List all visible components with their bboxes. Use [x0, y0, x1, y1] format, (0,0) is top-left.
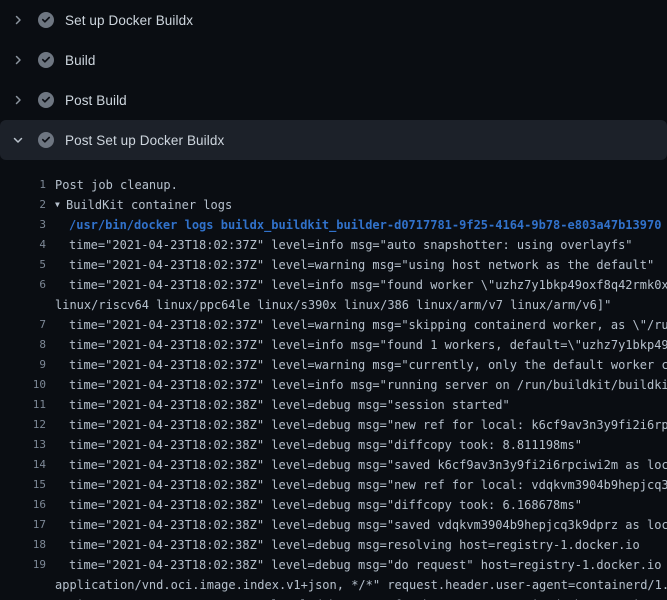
- step-header[interactable]: Post Set up Docker Buildx: [0, 120, 667, 160]
- log-text: time="2021-04-23T18:02:38Z" level=debug …: [46, 395, 510, 415]
- log-line: 6 time="2021-04-23T18:02:37Z" level=info…: [0, 275, 667, 295]
- log-text: time="2021-04-23T18:02:38Z" level=debug …: [46, 475, 667, 495]
- log-line: 7 time="2021-04-23T18:02:37Z" level=warn…: [0, 315, 667, 335]
- line-number[interactable]: 19: [0, 555, 46, 575]
- log-text: time="2021-04-23T18:02:38Z" level=debug …: [46, 515, 667, 535]
- log-text: time="2021-04-23T18:02:37Z" level=warnin…: [46, 255, 654, 275]
- log-text: time="2021-04-23T18:02:38Z" level=debug …: [46, 455, 667, 475]
- log-text: time="2021-04-23T18:02:38Z" level=debug …: [46, 535, 640, 555]
- log-line: 18 time="2021-04-23T18:02:38Z" level=deb…: [0, 535, 667, 555]
- chevron-right-icon[interactable]: [10, 92, 26, 108]
- triangle-down-icon[interactable]: ▼: [55, 195, 66, 215]
- check-circle-icon: [38, 52, 54, 68]
- line-number[interactable]: 13: [0, 435, 46, 455]
- chevron-right-icon[interactable]: [10, 12, 26, 28]
- log-text: time="2021-04-23T18:02:38Z" level=debug …: [46, 555, 667, 575]
- chevron-down-icon[interactable]: [10, 132, 26, 148]
- line-number[interactable]: 3: [0, 215, 46, 235]
- log-line: 17 time="2021-04-23T18:02:38Z" level=deb…: [0, 515, 667, 535]
- log-line: 16 time="2021-04-23T18:02:38Z" level=deb…: [0, 495, 667, 515]
- check-circle-icon: [38, 132, 54, 148]
- log-text: time="2021-04-23T18:02:37Z" level=info m…: [46, 275, 667, 295]
- actions-log-viewer: Set up Docker Buildx Build Post Build: [0, 0, 667, 600]
- line-number[interactable]: 6: [0, 275, 46, 295]
- line-number[interactable]: 11: [0, 395, 46, 415]
- check-circle-icon: [38, 92, 54, 108]
- log-text: time="2021-04-23T18:02:37Z" level=info m…: [46, 375, 667, 395]
- line-number[interactable]: [0, 295, 46, 315]
- log-text: time="2021-04-23T18:02:37Z" level=info m…: [46, 235, 633, 255]
- log-line-wrap: application/vnd.oci.image.index.v1+json,…: [0, 575, 667, 595]
- step-header[interactable]: Set up Docker Buildx: [0, 0, 667, 40]
- log-line: 3 /usr/bin/docker logs buildx_buildkit_b…: [0, 215, 667, 235]
- log-text: BuildKit container logs: [66, 195, 232, 215]
- line-number[interactable]: 5: [0, 255, 46, 275]
- chevron-right-icon[interactable]: [10, 52, 26, 68]
- line-number[interactable]: 12: [0, 415, 46, 435]
- log-line: 4 time="2021-04-23T18:02:37Z" level=info…: [0, 235, 667, 255]
- log-text: time="2021-04-23T18:02:37Z" level=warnin…: [46, 315, 667, 335]
- line-number[interactable]: 8: [0, 335, 46, 355]
- step-title: Post Set up Docker Buildx: [65, 133, 224, 148]
- line-number[interactable]: 10: [0, 375, 46, 395]
- log-line: 1 Post job cleanup.: [0, 175, 667, 195]
- log-line: 13 time="2021-04-23T18:02:38Z" level=deb…: [0, 435, 667, 455]
- log-line: 20 time="2021-04-23T18:02:38Z" level=deb…: [0, 595, 667, 600]
- log-text: time="2021-04-23T18:02:37Z" level=info m…: [46, 335, 667, 355]
- log-text: time="2021-04-23T18:02:38Z" level=debug …: [46, 435, 582, 455]
- log-line-wrap: linux/riscv64 linux/ppc64le linux/s390x …: [0, 295, 667, 315]
- line-number[interactable]: 4: [0, 235, 46, 255]
- log-line: 5 time="2021-04-23T18:02:37Z" level=warn…: [0, 255, 667, 275]
- log-text: application/vnd.oci.image.index.v1+json,…: [46, 575, 667, 595]
- log-line: 10 time="2021-04-23T18:02:37Z" level=inf…: [0, 375, 667, 395]
- line-number[interactable]: 18: [0, 535, 46, 555]
- step-title: Set up Docker Buildx: [65, 13, 193, 28]
- log-line: 2 ▼BuildKit container logs: [0, 195, 667, 215]
- line-number[interactable]: 14: [0, 455, 46, 475]
- line-number[interactable]: 15: [0, 475, 46, 495]
- log-line: 19 time="2021-04-23T18:02:38Z" level=deb…: [0, 555, 667, 575]
- steps-list: Set up Docker Buildx Build Post Build: [0, 0, 667, 600]
- line-number[interactable]: 20: [0, 595, 46, 600]
- log-line: 9 time="2021-04-23T18:02:37Z" level=warn…: [0, 355, 667, 375]
- log-text: Post job cleanup.: [46, 175, 178, 195]
- log-line: 12 time="2021-04-23T18:02:38Z" level=deb…: [0, 415, 667, 435]
- step-header[interactable]: Build: [0, 40, 667, 80]
- line-number[interactable]: 16: [0, 495, 46, 515]
- log-text: time="2021-04-23T18:02:38Z" level=debug …: [46, 595, 667, 600]
- log-line: 14 time="2021-04-23T18:02:38Z" level=deb…: [0, 455, 667, 475]
- line-number[interactable]: 2: [0, 195, 46, 215]
- log-text: time="2021-04-23T18:02:38Z" level=debug …: [46, 495, 582, 515]
- log-line: 8 time="2021-04-23T18:02:37Z" level=info…: [0, 335, 667, 355]
- log-text: time="2021-04-23T18:02:38Z" level=debug …: [46, 415, 667, 435]
- log-text: time="2021-04-23T18:02:37Z" level=warnin…: [46, 355, 667, 375]
- line-number[interactable]: 1: [0, 175, 46, 195]
- log-text: linux/riscv64 linux/ppc64le linux/s390x …: [46, 295, 611, 315]
- log-line: 11 time="2021-04-23T18:02:38Z" level=deb…: [0, 395, 667, 415]
- step-title: Build: [65, 53, 96, 68]
- line-number[interactable]: 9: [0, 355, 46, 375]
- check-circle-icon: [38, 12, 54, 28]
- log-body: 1 Post job cleanup. 2 ▼BuildKit containe…: [0, 160, 667, 600]
- step-title: Post Build: [65, 93, 127, 108]
- line-number[interactable]: 17: [0, 515, 46, 535]
- log-line: 15 time="2021-04-23T18:02:38Z" level=deb…: [0, 475, 667, 495]
- step-header[interactable]: Post Build: [0, 80, 667, 120]
- log-text: /usr/bin/docker logs buildx_buildkit_bui…: [46, 215, 661, 235]
- line-number[interactable]: 7: [0, 315, 46, 335]
- line-number[interactable]: [0, 575, 46, 595]
